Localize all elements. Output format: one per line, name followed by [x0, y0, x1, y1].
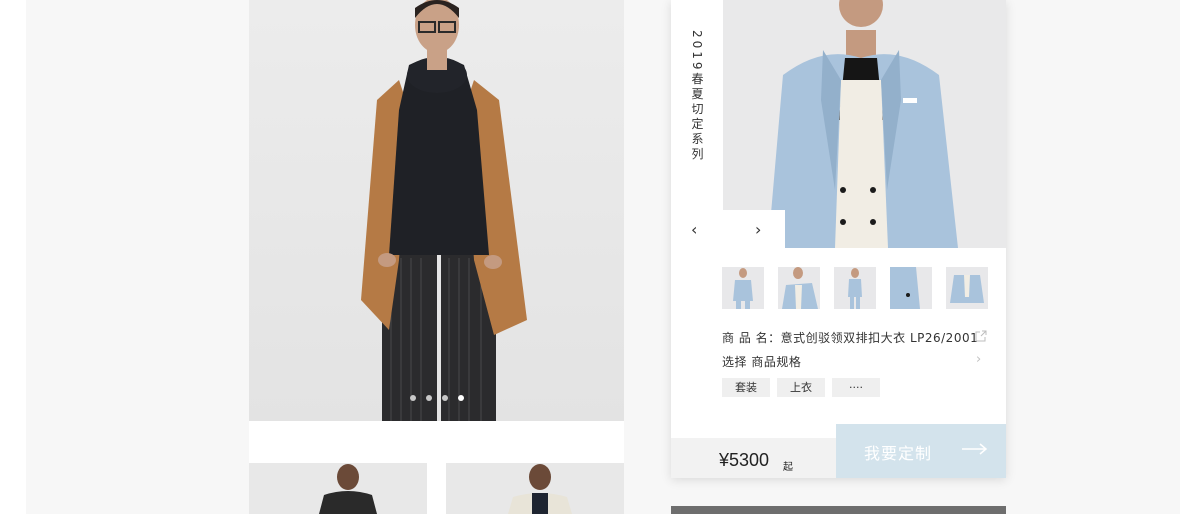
- carousel-dot[interactable]: [441, 395, 448, 401]
- carousel-dot[interactable]: [425, 395, 432, 401]
- customize-button[interactable]: 我要定制: [836, 424, 1006, 478]
- related-product-image: [508, 464, 572, 514]
- product-name: 商 品 名：意式创驳领双排扣大衣 LP26/2001: [722, 331, 979, 345]
- thumbnail[interactable]: [946, 267, 988, 309]
- thumbnail-image: [950, 275, 984, 303]
- thumbnail[interactable]: [834, 267, 876, 309]
- related-product-image: [319, 464, 377, 514]
- image-nav-box: [671, 210, 785, 248]
- thumbnail-image: [782, 267, 818, 309]
- chevron-right-small-icon[interactable]: ›: [976, 352, 981, 367]
- spacer-strip: [249, 421, 624, 463]
- thumbnail-image: [890, 267, 920, 309]
- arrow-right-icon: [962, 443, 988, 455]
- related-product-card[interactable]: [446, 463, 624, 514]
- next-card-edge: [671, 506, 1006, 514]
- spec-tags: 套装 上衣 ····: [722, 378, 880, 397]
- price-suffix: 起: [783, 462, 793, 473]
- thumbnail[interactable]: [722, 267, 764, 309]
- related-product-card[interactable]: [249, 463, 427, 514]
- spec-tag[interactable]: 套装: [722, 378, 770, 397]
- model-illustration: [361, 0, 527, 421]
- thumbnail[interactable]: [778, 267, 820, 309]
- related-products-row: [249, 463, 624, 514]
- customize-button-label: 我要定制: [864, 444, 933, 463]
- carousel-dot[interactable]: [409, 395, 416, 401]
- hero-image[interactable]: [249, 0, 624, 421]
- carousel-dots: [249, 395, 624, 401]
- image-thumbnails: [722, 267, 988, 309]
- select-spec-row[interactable]: 选择 商品规格: [722, 353, 801, 370]
- carousel-dot-active[interactable]: [457, 395, 464, 401]
- price-bar: ¥5300 起: [671, 438, 836, 478]
- thumbnail[interactable]: [890, 267, 932, 309]
- chevron-left-icon[interactable]: ‹: [691, 220, 697, 239]
- chevron-right-icon[interactable]: ›: [755, 220, 761, 239]
- product-detail-card: 2019春夏切定系列 ‹ › 商 品 名：意式创驳领双排扣大衣 LP26/200…: [671, 0, 1006, 478]
- spec-tag-more[interactable]: ····: [832, 378, 880, 397]
- price: ¥5300: [719, 450, 770, 470]
- collection-title-panel: 2019春夏切定系列: [671, 0, 723, 210]
- thumbnail-image: [848, 268, 862, 309]
- left-product-card: [249, 0, 624, 514]
- spec-tag[interactable]: 上衣: [777, 378, 825, 397]
- share-icon[interactable]: [975, 330, 987, 342]
- collection-title: 2019春夏切定系列: [690, 30, 704, 163]
- thumbnail-image: [733, 268, 753, 309]
